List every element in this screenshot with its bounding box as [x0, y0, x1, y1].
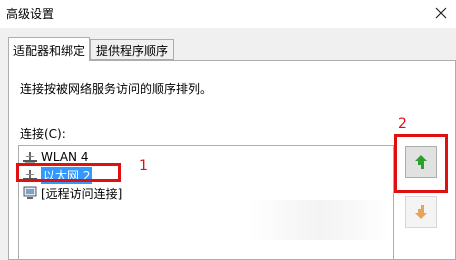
annotation-number-2: 2: [398, 116, 407, 132]
move-down-button[interactable]: [405, 196, 437, 228]
list-item-remote-access[interactable]: [远程访问连接]: [22, 185, 122, 201]
watermark-blur: [250, 200, 390, 240]
close-button[interactable]: [430, 2, 452, 24]
highlight-box-1: [16, 163, 121, 182]
highlight-box-2: [394, 134, 448, 193]
tab-label: 提供程序顺序: [96, 44, 169, 58]
list-item-label: [远程访问连接]: [41, 186, 123, 201]
tab-provider-order[interactable]: 提供程序顺序: [90, 39, 174, 60]
title-bar: 高级设置: [0, 0, 456, 28]
window-title: 高级设置: [6, 7, 55, 21]
remote-access-icon: [23, 186, 37, 199]
tab-label: 适配器和绑定: [13, 44, 86, 58]
tab-adapters-and-bindings[interactable]: 适配器和绑定: [8, 37, 90, 61]
panel-description: 连接按被网络服务访问的顺序排列。: [20, 82, 213, 96]
connections-label: 连接(C):: [20, 127, 66, 141]
orange-down-arrow-icon: [415, 205, 427, 219]
annotation-number-1: 1: [139, 158, 148, 174]
list-item-label: WLAN 4: [41, 150, 89, 164]
close-icon: [435, 7, 447, 19]
